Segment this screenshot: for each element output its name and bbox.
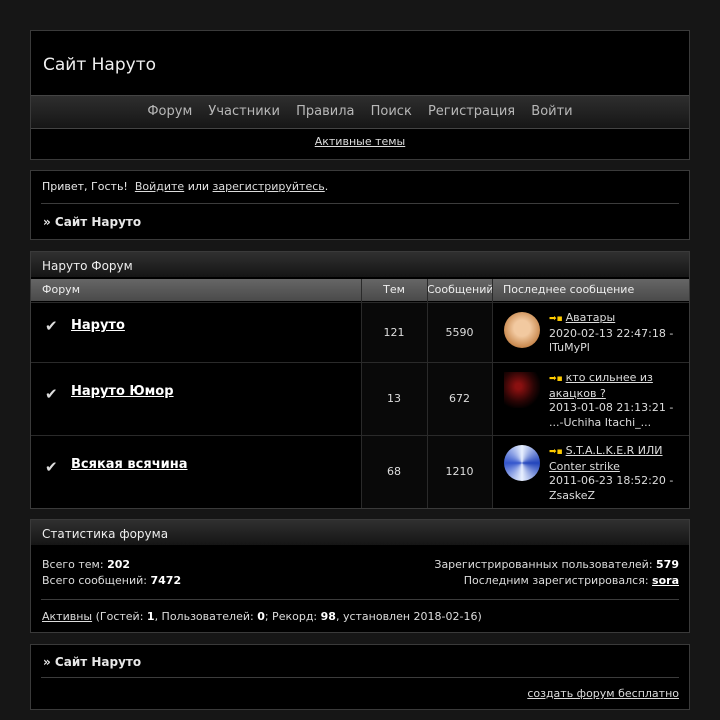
topics-count: 121 [383,326,405,339]
column-divider [427,279,428,508]
users-label: , Пользователей: [154,610,254,623]
online-line: Активны (Гостей: 1, Пользователей: 0; Ре… [42,610,482,623]
last-registered-user-link[interactable]: sora [652,574,679,587]
nav-members[interactable]: Участники [208,104,280,119]
users-value: 0 [257,610,265,623]
forum-row: ✔ Наруто Юмор 13 672 ➡▪ кто сильнее из ак… [31,362,689,435]
divider [41,677,679,678]
header-posts: Сообщений [427,283,492,296]
forum-row: ✔ Наруто 121 5590 ➡▪ Аватары 2020-02-13 2… [31,302,689,362]
main-nav: Форум Участники Правила Поиск Регистраци… [31,95,689,129]
last-post: ➡▪ кто сильнее из акацков ? 2013-01-08 21… [549,371,679,430]
total-topics-label: Всего тем: [42,558,104,571]
last-registered-label: Последним зарегистрировался: [463,574,649,587]
nav-search[interactable]: Поиск [371,104,412,119]
last-post-date: 2020-02-13 22:47:18 - [549,326,674,340]
nav-forum[interactable]: Форум [147,104,192,119]
guests-label: (Гостей: [95,610,144,623]
forum-link[interactable]: Наруто Юмор [71,384,174,399]
table-header: Форум Тем Сообщений Последнее сообщение [31,279,689,301]
or-text: или [187,180,210,193]
stats-title: Статистика форума [31,520,689,545]
greeting-dot: . [324,180,329,193]
topics-count: 13 [387,392,401,405]
last-post-user[interactable]: ...-Uchiha Itachi_... [549,416,651,429]
register-link[interactable]: зарегистрируйтесь [213,180,325,193]
breadcrumb[interactable]: » Сайт Наруто [43,215,141,229]
total-posts-value: 7472 [150,574,182,587]
posts-count: 672 [449,392,470,405]
column-divider [492,279,493,508]
active-users-link[interactable]: Активны [42,610,92,623]
topics-count: 68 [387,465,401,478]
registered-users-label: Зарегистрированных пользователей: [434,558,653,571]
divider [41,203,679,204]
forum-row: ✔ Всякая всячина 68 1210 ➡▪ S.T.A.L.K.E.R… [31,435,689,508]
nav-register[interactable]: Регистрация [428,104,515,119]
total-posts-label: Всего сообщений: [42,574,147,587]
new-post-icon[interactable]: ➡▪ [549,445,563,460]
nav-login[interactable]: Войти [531,104,572,119]
header-forum: Форум [42,283,80,296]
last-post: ➡▪ Аватары 2020-02-13 22:47:18 - lTuMyPl [549,311,679,356]
guests-value: 1 [146,610,155,623]
site-title: Сайт Наруто [43,55,156,75]
last-registered: Последним зарегистрировался: sora [464,574,679,587]
new-post-icon[interactable]: ➡▪ [549,372,563,387]
header-last-post: Последнее сообщение [503,283,635,296]
total-topics: Всего тем: 202 [42,558,130,571]
last-post-link[interactable]: Аватары [566,311,616,324]
registered-users: Зарегистрированных пользователей: 579 [434,558,679,571]
record-label: ; Рекорд: [264,610,318,623]
last-post: ➡▪ S.T.A.L.K.E.R ИЛИ Conter strike 2011-0… [549,444,679,503]
total-topics-value: 202 [107,558,131,571]
header-topics: Тем [383,283,405,296]
avatar[interactable] [504,312,540,348]
category-title[interactable]: Наруто Форум [31,252,689,277]
posts-count: 5590 [445,326,474,339]
forum-link[interactable]: Наруто [71,318,125,333]
forum-table: Наруто Форум Форум Тем Сообщений Последн… [30,251,690,509]
welcome-panel: Привет, Гость! Войдите или зарегистрируй… [30,170,690,240]
login-link[interactable]: Войдите [135,180,184,193]
last-post-date: 2011-06-23 18:52:20 - [549,474,674,487]
divider [41,599,679,600]
greeting-line: Привет, Гость! Войдите или зарегистрируй… [42,180,328,193]
greeting-text: Привет, Гость! [42,180,128,193]
last-post-link[interactable]: кто сильнее из акацков ? [549,371,653,400]
last-post-link[interactable]: S.T.A.L.K.E.R ИЛИ Conter strike [549,444,663,473]
last-post-user[interactable]: ZsaskeZ [549,489,595,502]
read-check-icon: ✔ [45,458,58,476]
column-divider [361,279,362,508]
registered-users-value: 579 [656,558,679,571]
nav-rules[interactable]: Правила [296,104,354,119]
site-header: Сайт Наруто Форум Участники Правила Поис… [30,30,690,160]
new-post-icon[interactable]: ➡▪ [549,312,563,327]
posts-count: 1210 [445,465,474,478]
footer-panel: » Сайт Наруто создать форум бесплатно [30,644,690,710]
forum-stats: Статистика форума Всего тем: 202 Всего с… [30,519,690,633]
last-post-date: 2013-01-08 21:13:21 - [549,401,674,414]
read-check-icon: ✔ [45,317,58,335]
footer-breadcrumb[interactable]: » Сайт Наруто [43,655,141,669]
avatar[interactable] [504,372,540,408]
forum-link[interactable]: Всякая всячина [71,457,188,472]
record-tail: , установлен 2018-02-16) [335,610,482,623]
last-post-user[interactable]: lTuMyPl [549,341,590,354]
record-value: 98 [320,610,336,623]
avatar[interactable] [504,445,540,481]
total-posts: Всего сообщений: 7472 [42,574,181,587]
create-forum-link[interactable]: создать форум бесплатно [527,687,679,700]
read-check-icon: ✔ [45,385,58,403]
active-topics-link[interactable]: Активные темы [31,135,689,148]
